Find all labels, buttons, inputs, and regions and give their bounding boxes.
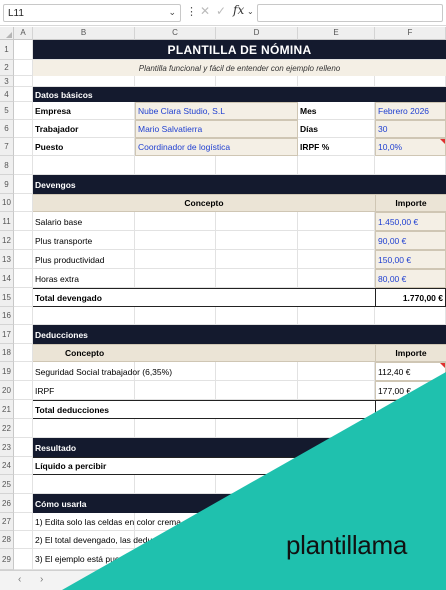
dias-value[interactable]: 30 bbox=[375, 120, 446, 138]
devengos-col-importe[interactable]: Importe bbox=[375, 194, 446, 212]
deduccion-importe-2[interactable]: 177,00 € bbox=[375, 381, 446, 400]
formula-input[interactable] bbox=[257, 4, 443, 22]
mes-label[interactable]: Mes bbox=[298, 102, 375, 120]
chevron-down-icon[interactable]: ⌄ bbox=[247, 7, 254, 16]
sheet-subtitle[interactable]: Plantilla funcional y fácil de entender … bbox=[33, 60, 446, 76]
row-header-29[interactable]: 29 bbox=[0, 549, 14, 570]
empresa-value[interactable]: Nube Clara Studio, S.L bbox=[135, 102, 298, 120]
total-deducciones-value[interactable] bbox=[375, 400, 446, 419]
row-header-18[interactable]: 18 bbox=[0, 344, 14, 362]
row-header-8[interactable]: 8 bbox=[0, 156, 14, 175]
como-step-1[interactable]: 1) Edita solo las celdas en color crema. bbox=[33, 513, 446, 531]
select-all-corner[interactable] bbox=[0, 27, 14, 40]
total-devengado-label[interactable]: Total devengado bbox=[33, 288, 375, 307]
chevron-down-icon[interactable]: ⌄ bbox=[168, 7, 176, 18]
section-header-como[interactable]: Cómo usarla bbox=[33, 494, 446, 513]
function-icon[interactable]: fx bbox=[233, 3, 244, 17]
row-header-13[interactable]: 13 bbox=[0, 250, 14, 269]
row-header-16[interactable]: 16 bbox=[0, 307, 14, 325]
row-header-11[interactable]: 11 bbox=[0, 212, 14, 231]
name-box-value: L11 bbox=[8, 8, 24, 19]
devengo-importe-4[interactable]: 80,00 € bbox=[375, 269, 446, 288]
total-deducciones-label[interactable]: Total deducciones bbox=[33, 400, 375, 419]
column-header-a[interactable]: A bbox=[14, 27, 33, 40]
column-header-c[interactable]: C bbox=[135, 27, 216, 40]
total-devengado-value[interactable]: 1.770,00 € bbox=[375, 288, 446, 307]
column-header-f[interactable]: F bbox=[375, 27, 446, 40]
puesto-value[interactable]: Coordinador de logística bbox=[135, 138, 298, 156]
irpf-value[interactable]: 10,0% bbox=[375, 138, 446, 156]
cancel-icon[interactable]: ✕ bbox=[200, 4, 210, 18]
row-header-27[interactable]: 27 bbox=[0, 513, 14, 531]
section-header-resultado[interactable]: Resultado bbox=[33, 438, 446, 457]
brand-logo: plantillama bbox=[286, 530, 407, 560]
sheet-tab-bar: ‹ › bbox=[0, 570, 446, 590]
row-header-25[interactable]: 25 bbox=[0, 475, 14, 494]
puesto-label[interactable]: Puesto bbox=[33, 138, 135, 156]
column-header-b[interactable]: B bbox=[33, 27, 135, 40]
row-header-14[interactable]: 14 bbox=[0, 269, 14, 288]
row-header-22[interactable]: 22 bbox=[0, 419, 14, 438]
column-header-d[interactable]: D bbox=[216, 27, 298, 40]
empresa-label[interactable]: Empresa bbox=[33, 102, 135, 120]
devengo-concepto-3[interactable]: Plus productividad bbox=[33, 250, 375, 269]
section-header-deducciones[interactable]: Deducciones bbox=[33, 325, 446, 344]
deducciones-col-concepto-text: Concepto bbox=[65, 348, 105, 358]
deducciones-col-importe[interactable]: Importe bbox=[375, 344, 446, 362]
section-header-devengos[interactable]: Devengos bbox=[33, 175, 446, 194]
trabajador-value[interactable]: Mario Salvatierra bbox=[135, 120, 298, 138]
deduccion-concepto-1[interactable]: Seguridad Social trabajador (6,35%) bbox=[33, 362, 375, 381]
row-header-7[interactable]: 7 bbox=[0, 138, 14, 156]
sheet-title[interactable]: PLANTILLA DE NÓMINA bbox=[33, 40, 446, 59]
section-header-datos[interactable]: Datos básicos bbox=[33, 87, 446, 102]
trabajador-label[interactable]: Trabajador bbox=[33, 120, 135, 138]
row-header-20[interactable]: 20 bbox=[0, 381, 14, 400]
row-header-2[interactable]: 2 bbox=[0, 60, 14, 76]
row-header-12[interactable]: 12 bbox=[0, 231, 14, 250]
formula-bar: L11 ⌄ ⋮ ✕ ✓ fx ⌄ bbox=[0, 0, 446, 26]
row-header-9[interactable]: 9 bbox=[0, 175, 14, 194]
row-header-19[interactable]: 19 bbox=[0, 362, 14, 381]
column-header-e[interactable]: E bbox=[298, 27, 375, 40]
row-header-28[interactable]: 28 bbox=[0, 531, 14, 549]
chevron-left-icon[interactable]: ‹ bbox=[18, 574, 21, 585]
deduccion-importe-1[interactable]: 112,40 € bbox=[375, 362, 446, 381]
more-options-icon[interactable]: ⋮ bbox=[186, 5, 197, 18]
confirm-icon[interactable]: ✓ bbox=[216, 4, 226, 18]
devengo-concepto-2[interactable]: Plus transporte bbox=[33, 231, 375, 250]
name-box[interactable]: L11 ⌄ bbox=[3, 4, 181, 22]
row-header-24[interactable]: 24 bbox=[0, 457, 14, 475]
row-header-5[interactable]: 5 bbox=[0, 102, 14, 120]
row-header-10[interactable]: 10 bbox=[0, 194, 14, 212]
deducciones-col-concepto[interactable]: Concepto bbox=[33, 344, 375, 362]
chevron-right-icon[interactable]: › bbox=[40, 574, 43, 585]
mes-value[interactable]: Febrero 2026 bbox=[375, 102, 446, 120]
devengo-importe-3[interactable]: 150,00 € bbox=[375, 250, 446, 269]
devengo-importe-1[interactable]: 1.450,00 € bbox=[375, 212, 446, 231]
devengo-concepto-1[interactable]: Salario base bbox=[33, 212, 375, 231]
row-header-3[interactable]: 3 bbox=[0, 76, 14, 87]
devengo-importe-2[interactable]: 90,00 € bbox=[375, 231, 446, 250]
row-header-15[interactable]: 15 bbox=[0, 288, 14, 307]
row-header-21[interactable]: 21 bbox=[0, 400, 14, 419]
devengo-concepto-4[interactable]: Horas extra bbox=[33, 269, 375, 288]
row-header-26[interactable]: 26 bbox=[0, 494, 14, 513]
row-header-17[interactable]: 17 bbox=[0, 325, 14, 344]
deduccion-concepto-2[interactable]: IRPF bbox=[33, 381, 375, 400]
row-header-6[interactable]: 6 bbox=[0, 120, 14, 138]
row-header-4[interactable]: 4 bbox=[0, 87, 14, 102]
devengos-col-concepto[interactable]: Concepto bbox=[33, 194, 375, 212]
row-header-23[interactable]: 23 bbox=[0, 438, 14, 457]
row-header-1[interactable]: 1 bbox=[0, 40, 14, 60]
liquido-label[interactable]: Líquido a percibir bbox=[33, 457, 446, 475]
dias-label[interactable]: Días bbox=[298, 120, 375, 138]
irpf-label[interactable]: IRPF % bbox=[298, 138, 375, 156]
